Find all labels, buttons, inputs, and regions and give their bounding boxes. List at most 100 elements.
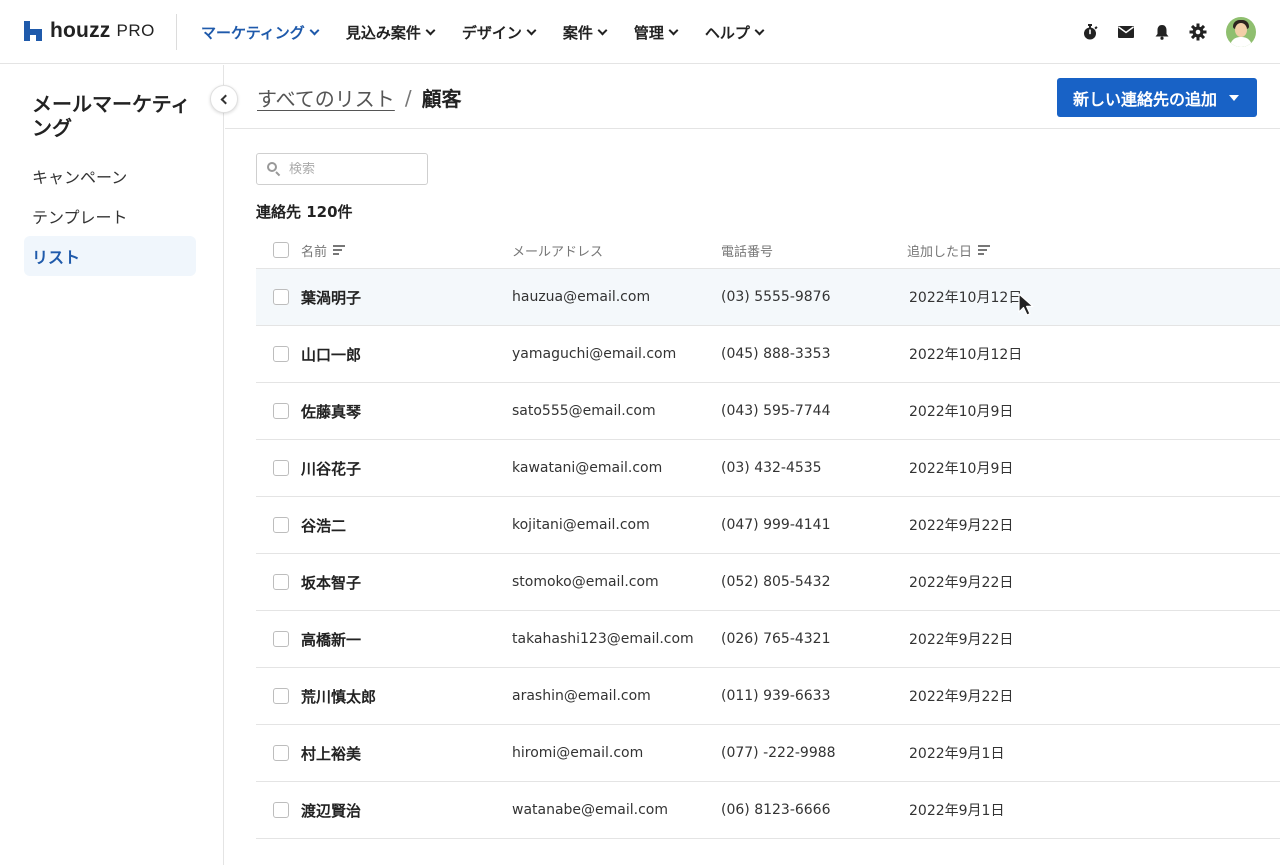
row-checkbox[interactable] xyxy=(273,403,289,419)
contact-date-added: 2022年9月22日 xyxy=(909,689,1014,705)
table-row[interactable]: 葉渦明子 hauzua@email.com (03) 5555-9876 2022年1… xyxy=(256,269,1280,326)
contacts-table: 名前 メールアドレス 電話番号 追加した日 葉渦明子 hauzua@email.c… xyxy=(256,232,1280,839)
column-header-date[interactable]: 追加した日 xyxy=(907,241,1107,260)
chevron-left-icon xyxy=(220,94,231,104)
contact-name[interactable]: 荒川慎太郎 xyxy=(289,686,512,707)
nav-item-manage[interactable]: 管理 xyxy=(633,22,679,43)
avatar[interactable] xyxy=(1226,17,1256,47)
row-checkbox[interactable] xyxy=(273,631,289,647)
gear-icon[interactable] xyxy=(1188,22,1208,42)
nav-item-leads[interactable]: 見込み案件 xyxy=(345,22,436,43)
row-checkbox[interactable] xyxy=(273,802,289,818)
chevron-down-icon xyxy=(668,25,679,35)
nav-item-label: マーケティング xyxy=(201,23,305,42)
mouse-cursor-icon xyxy=(1018,293,1034,316)
sidebar-item-templates[interactable]: テンプレート xyxy=(24,196,196,236)
contact-date-added: 2022年10月12日 xyxy=(909,290,1023,306)
contact-name[interactable]: 村上裕美 xyxy=(289,743,512,764)
nav-item-label: 見込み案件 xyxy=(345,23,421,42)
sidebar-item-lists[interactable]: リスト xyxy=(24,236,196,276)
sort-icon[interactable] xyxy=(333,245,346,255)
contact-email: kojitani@email.com xyxy=(512,517,650,533)
nav-item-label: 管理 xyxy=(633,23,664,42)
table-row[interactable]: 渡辺賢治 watanabe@email.com (06) 8123-6666 2022… xyxy=(256,782,1280,839)
mail-icon[interactable] xyxy=(1116,22,1136,42)
logo-pro: PRO xyxy=(116,21,155,40)
column-header-name[interactable]: 名前 xyxy=(289,241,512,260)
row-checkbox[interactable] xyxy=(273,460,289,476)
contact-name[interactable]: 山口一郎 xyxy=(289,344,512,365)
contact-name[interactable]: 渡辺賢治 xyxy=(289,800,512,821)
contact-date-added: 2022年9月1日 xyxy=(909,746,1005,762)
contact-phone: (03) 432-4535 xyxy=(721,460,822,476)
sidebar-title: メールマーケティング xyxy=(32,92,191,140)
contact-phone: (077) -222-9988 xyxy=(721,745,836,761)
table-row[interactable]: 坂本智子 stomoko@email.com (052) 805-5432 2022年… xyxy=(256,554,1280,611)
table-row[interactable]: 山口一郎 yamaguchi@email.com (045) 888-3353 202… xyxy=(256,326,1280,383)
contact-name[interactable]: 葉渦明子 xyxy=(289,287,512,308)
sidebar-item-campaigns[interactable]: キャンペーン xyxy=(24,156,196,196)
contact-name[interactable]: 高橋新一 xyxy=(289,629,512,650)
row-checkbox[interactable] xyxy=(273,574,289,590)
contact-date-added: 2022年9月22日 xyxy=(909,632,1014,648)
contact-date-added: 2022年10月9日 xyxy=(909,461,1014,477)
contact-name[interactable]: 谷浩二 xyxy=(289,515,512,536)
contact-phone: (047) 999-4141 xyxy=(721,517,831,533)
add-contact-button[interactable]: 新しい連絡先の追加 xyxy=(1057,78,1257,117)
table-row[interactable]: 高橋新一 takahashi123@email.com (026) 765-4321… xyxy=(256,611,1280,668)
contact-name[interactable]: 坂本智子 xyxy=(289,572,512,593)
stopwatch-icon[interactable] xyxy=(1080,22,1100,42)
row-checkbox[interactable] xyxy=(273,745,289,761)
nav-item-projects[interactable]: 案件 xyxy=(562,22,608,43)
contact-phone: (06) 8123-6666 xyxy=(721,802,831,818)
collapse-sidebar-button[interactable] xyxy=(210,85,238,113)
chevron-down-icon xyxy=(754,25,765,35)
contact-phone: (011) 939-6633 xyxy=(721,688,831,704)
breadcrumb-current: 顧客 xyxy=(421,87,462,111)
row-checkbox[interactable] xyxy=(273,346,289,362)
houzz-pro-logo[interactable]: houzz PRO xyxy=(24,18,155,44)
contact-phone: (026) 765-4321 xyxy=(721,631,831,647)
bell-icon[interactable] xyxy=(1152,22,1172,42)
main-menu: マーケティング 見込み案件 デザイン 案件 管理 ヘルプ xyxy=(201,0,791,64)
column-header-label: 名前 xyxy=(301,244,328,260)
search-box[interactable] xyxy=(256,153,428,185)
main-header: すべてのリスト / 顧客 新しい連絡先の追加 xyxy=(225,65,1280,129)
sidebar: メールマーケティング キャンペーン テンプレート リスト xyxy=(0,65,224,865)
nav-item-label: ヘルプ xyxy=(704,23,750,42)
nav-item-design[interactable]: デザイン xyxy=(462,22,537,43)
contact-name[interactable]: 佐藤真琴 xyxy=(289,401,512,422)
add-contact-label: 新しい連絡先の追加 xyxy=(1073,89,1218,109)
table-row[interactable]: 荒川慎太郎 arashin@email.com (011) 939-6633 2022… xyxy=(256,668,1280,725)
column-header-label: 追加した日 xyxy=(907,244,973,260)
table-header: 名前 メールアドレス 電話番号 追加した日 xyxy=(256,232,1280,269)
contact-email: sato555@email.com xyxy=(512,403,656,419)
select-all-checkbox[interactable] xyxy=(273,242,289,258)
nav-icons xyxy=(1064,16,1256,48)
breadcrumb-separator: / xyxy=(404,85,412,110)
nav-item-label: 案件 xyxy=(562,23,593,42)
row-checkbox[interactable] xyxy=(273,289,289,305)
breadcrumb-all-lists[interactable]: すべてのリスト xyxy=(257,83,395,112)
table-row[interactable]: 谷浩二 kojitani@email.com (047) 999-4141 2022年… xyxy=(256,497,1280,554)
sort-icon[interactable] xyxy=(978,245,991,255)
contact-email: yamaguchi@email.com xyxy=(512,346,677,362)
chevron-down-icon xyxy=(597,25,608,35)
table-row[interactable]: 村上裕美 hiromi@email.com (077) -222-9988 2022年… xyxy=(256,725,1280,782)
nav-item-marketing[interactable]: マーケティング xyxy=(201,22,320,43)
sidebar-nav: キャンペーン テンプレート リスト xyxy=(24,156,196,276)
table-row[interactable]: 佐藤真琴 sato555@email.com (043) 595-7744 2022年… xyxy=(256,383,1280,440)
contact-phone: (043) 595-7744 xyxy=(721,403,831,419)
houzz-logo-icon xyxy=(24,21,42,41)
table-row[interactable]: 川谷花子 kawatani@email.com (03) 432-4535 2022年… xyxy=(256,440,1280,497)
contact-phone: (03) 5555-9876 xyxy=(721,289,831,305)
row-checkbox[interactable] xyxy=(273,517,289,533)
search-input[interactable] xyxy=(289,161,409,177)
column-header-phone: 電話番号 xyxy=(721,244,774,260)
contact-name[interactable]: 川谷花子 xyxy=(289,458,512,479)
contact-phone: (045) 888-3353 xyxy=(721,346,831,362)
contact-date-added: 2022年10月9日 xyxy=(909,404,1014,420)
contact-date-added: 2022年9月1日 xyxy=(909,803,1005,819)
nav-item-help[interactable]: ヘルプ xyxy=(704,22,765,43)
row-checkbox[interactable] xyxy=(273,688,289,704)
